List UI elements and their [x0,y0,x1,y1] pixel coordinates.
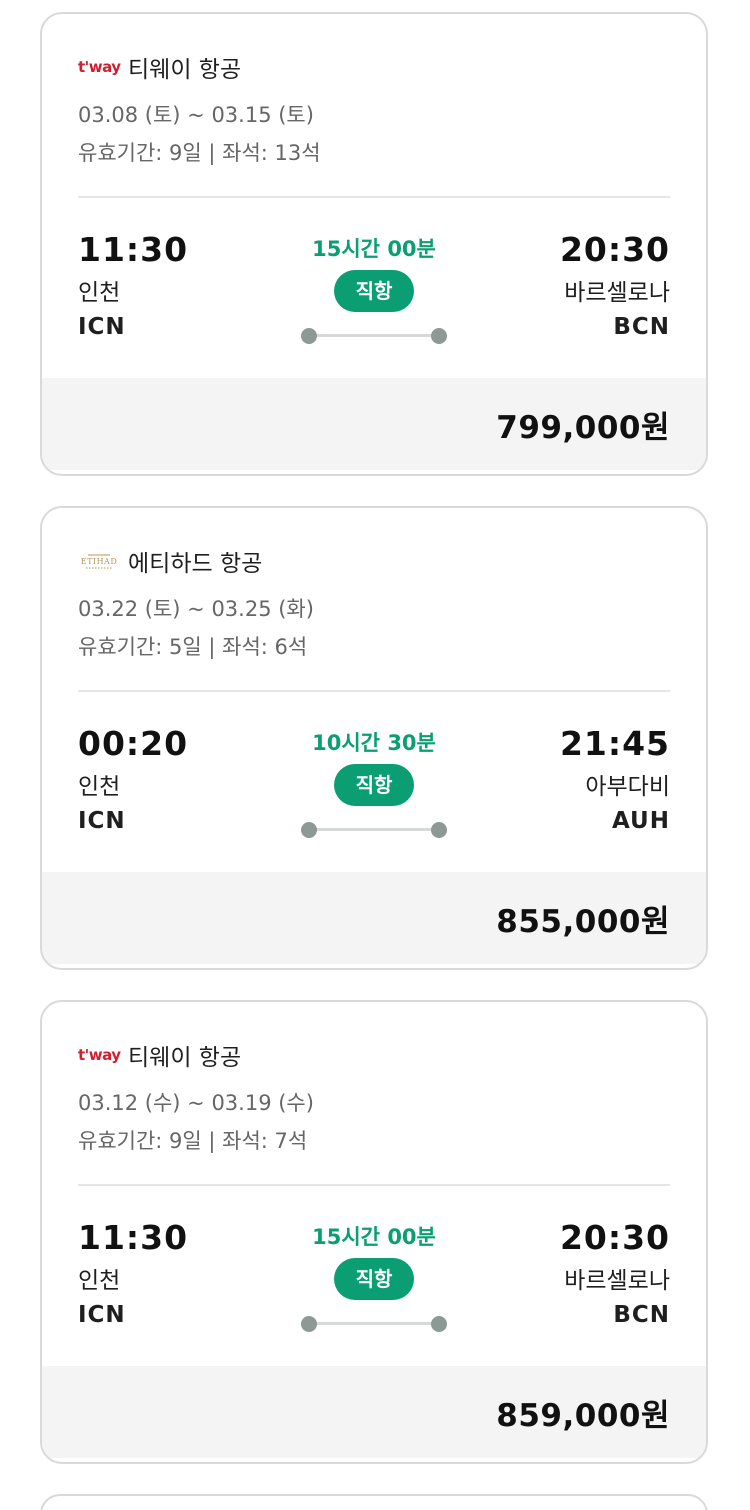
route-line-icon [301,822,447,838]
flight-card[interactable]: ETIHAD 에티하드 항공 03.22 (토) ~ 03.25 (화) 유효기… [40,506,708,970]
price: 859,000원 [496,1397,670,1434]
travel-dates: 03.12 (수) ~ 03.19 (수) [78,1091,314,1115]
departure-time: 11:30 [78,230,189,269]
arrival-code: AUH [611,808,670,834]
departure-city: 인천 [78,774,121,800]
airline-name: 에티하드 항공 [128,551,263,577]
tway-logo: t'way [78,52,122,82]
validity-seats: 유효기간: 9일 | 좌석: 13석 [78,141,321,165]
arrival: 20:30 바르셀로나 BCN [560,228,670,344]
svg-text:ETIHAD: ETIHAD [81,557,118,566]
flight-middle: 15시간 00분 직항 [294,1222,454,1332]
validity-seats: 유효기간: 5일 | 좌석: 6석 [78,635,308,659]
route-line-icon [301,1316,447,1332]
departure-city: 인천 [78,1268,121,1294]
departure: 11:30 인천 ICN [78,228,188,344]
arrival-code: BCN [613,1302,670,1328]
arrival: 21:45 아부다비 AUH [560,722,670,838]
arrival: 20:30 바르셀로나 BCN [560,1216,670,1332]
tway-logo-text: t'way [78,58,121,76]
etihad-logo-icon: ETIHAD [81,554,118,569]
travel-dates: 03.22 (토) ~ 03.25 (화) [78,597,314,621]
price-bar: 859,000원 [42,1366,706,1458]
tway-logo: t'way [78,1040,122,1070]
price: 855,000원 [496,903,670,940]
departure: 00:20 인천 ICN [78,722,188,838]
direct-badge: 직항 [334,1258,414,1300]
flight-middle: 15시간 00분 직항 [294,234,454,344]
validity-seats: 유효기간: 9일 | 좌석: 7석 [78,1129,308,1153]
arrival-time: 21:45 [559,724,670,763]
arrival-city: 바르셀로나 [564,280,670,306]
arrival-time: 20:30 [559,1218,670,1257]
price-bar: 855,000원 [42,872,706,964]
travel-dates: 03.08 (토) ~ 03.15 (토) [78,103,314,127]
departure: 11:30 인천 ICN [78,1216,188,1332]
arrival-city: 아부다비 [585,774,670,800]
departure-time: 11:30 [78,1218,189,1257]
airline-row: t'way 티웨이 항공 [78,52,670,83]
flight-duration: 10시간 30분 [312,731,436,755]
arrival-code: BCN [613,314,670,340]
airline-name: 티웨이 항공 [128,57,242,83]
departure-code: ICN [78,314,126,340]
flight-duration: 15시간 00분 [312,237,436,261]
flight-route: 00:20 인천 ICN 10시간 30분 직항 21:45 아부다비 AUH [78,692,670,872]
departure-time: 00:20 [78,724,189,763]
flight-list: t'way 티웨이 항공 03.08 (토) ~ 03.15 (토) 유효기간:… [0,0,750,1510]
airline-name: 티웨이 항공 [128,1045,242,1071]
route-line-icon [301,328,447,344]
etihad-logo: ETIHAD [78,546,122,576]
price-bar: 799,000원 [42,378,706,470]
departure-code: ICN [78,1302,126,1328]
price: 799,000원 [496,409,670,446]
arrival-time: 20:30 [559,230,670,269]
arrival-city: 바르셀로나 [564,1268,670,1294]
tway-logo-text: t'way [78,1046,121,1064]
direct-badge: 직항 [334,764,414,806]
flight-middle: 10시간 30분 직항 [294,728,454,838]
airline-row: t'way 티웨이 항공 [78,1040,670,1071]
airline-row: ETIHAD 에티하드 항공 [78,546,670,577]
departure-code: ICN [78,808,126,834]
direct-badge: 직항 [334,270,414,312]
departure-city: 인천 [78,280,121,306]
flight-card[interactable]: t'way 티웨이 항공 03.12 (수) ~ 03.19 (수) 유효기간:… [40,1000,708,1464]
flight-card[interactable]: t'way 티웨이 항공 03.08 (토) ~ 03.15 (토) 유효기간:… [40,12,708,476]
flight-card-partial[interactable] [40,1494,708,1510]
flight-duration: 15시간 00분 [312,1225,436,1249]
flight-route: 11:30 인천 ICN 15시간 00분 직항 20:30 바르셀로나 BCN [78,1186,670,1366]
flight-route: 11:30 인천 ICN 15시간 00분 직항 20:30 바르셀로나 BCN [78,198,670,378]
